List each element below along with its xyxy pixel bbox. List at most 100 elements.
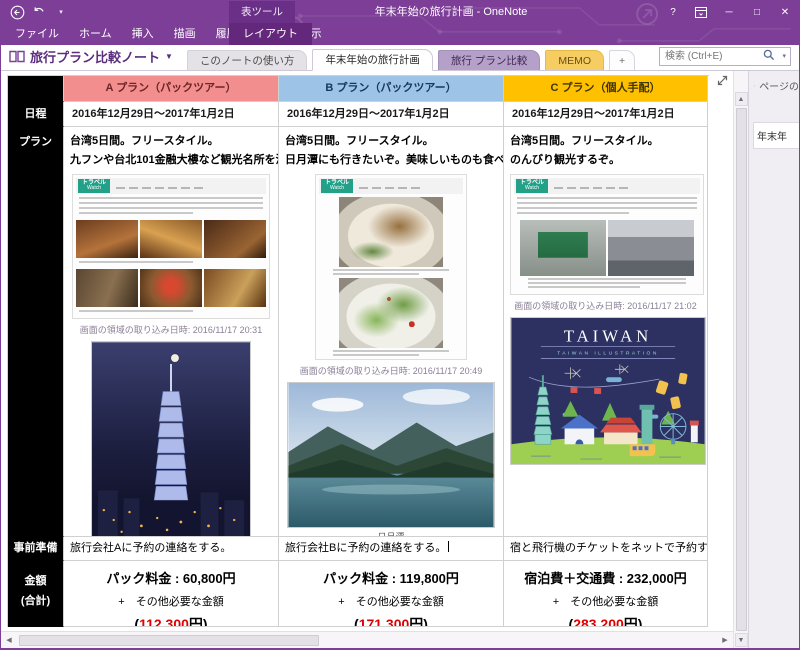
- notebook-switcher[interactable]: 旅行プラン比較ノート ▼: [9, 47, 173, 70]
- capture-timestamp-b: 画面の領域の取り込み日時: 2016/11/17 20:49: [285, 364, 497, 377]
- full-page-view-button[interactable]: [714, 74, 730, 90]
- plan-c-text-2: のんびり観光するぞ。: [510, 151, 701, 170]
- maximize-button[interactable]: □: [743, 1, 771, 23]
- plan-c-text-1: 台湾5日間。フリースタイル。: [510, 132, 701, 151]
- placeholder-text-lines: [514, 197, 700, 217]
- ribbon-display-options-icon[interactable]: [687, 1, 715, 23]
- placeholder-nav-links: [114, 180, 205, 192]
- scroll-down-icon[interactable]: ▼: [735, 633, 748, 647]
- market-photo-thumbnail: [76, 220, 138, 258]
- schedule-b[interactable]: 2016年12月29日～2017年1月2日: [279, 102, 504, 127]
- row-label-plan[interactable]: プラン: [8, 127, 64, 537]
- web-clipping-jiufen[interactable]: トラベルWatch: [72, 174, 270, 319]
- add-page-label: ページの: [759, 78, 799, 93]
- customize-qat-icon[interactable]: ▾: [53, 4, 69, 20]
- row-label-amount[interactable]: 金額 (合計): [8, 561, 64, 627]
- web-clipping-food[interactable]: トラベルWatch: [315, 174, 467, 360]
- page-canvas[interactable]: A プラン（パックツアー） B プラン（パックツアー） C プラン（個人手配） …: [1, 71, 733, 631]
- schedule-c[interactable]: 2016年12月29日～2017年1月2日: [504, 102, 708, 127]
- plan-c-header[interactable]: C プラン（個人手配）: [504, 76, 708, 102]
- taiwan-illustration[interactable]: TAIWAN TAIWAN ILLUSTRATION: [510, 317, 706, 465]
- page-tab-current[interactable]: 年末年: [753, 122, 799, 149]
- vertical-scrollbar[interactable]: ▲ ▼: [733, 71, 748, 648]
- search-box: ▾: [659, 46, 791, 66]
- onenote-window: ▾ 表ツール 年末年始の旅行計画 - OneNote ? ─ □ ✕ ファイル …: [0, 0, 800, 650]
- price-a-total: (112,300円): [64, 614, 278, 627]
- tab-layout[interactable]: レイアウト: [229, 23, 312, 45]
- price-c-base: 宿泊費＋交通費 : 232,000円: [504, 568, 707, 587]
- price-cell-b[interactable]: パック料金 : 119,800円 + その他必要な金額 (171,300円): [279, 561, 504, 627]
- market-photo-thumbnail: [204, 269, 266, 307]
- preparation-a[interactable]: 旅行会社Aに予約の連絡をする。: [64, 537, 279, 561]
- travel-watch-logo: トラベルWatch: [516, 179, 548, 193]
- market-photo-thumbnail: [140, 269, 202, 307]
- undo-icon[interactable]: [31, 4, 47, 20]
- tab-file[interactable]: ファイル: [5, 23, 69, 45]
- horizontal-scrollbar[interactable]: ◀ ▶: [1, 631, 733, 648]
- plan-b-text-1: 台湾5日間。フリースタイル。: [285, 132, 497, 151]
- market-photo-thumbnail: [204, 220, 266, 258]
- close-button[interactable]: ✕: [771, 1, 799, 23]
- row-label-schedule[interactable]: 日程: [8, 102, 64, 127]
- taipei101-photo[interactable]: [91, 341, 251, 537]
- section-tab-plan-compare[interactable]: 旅行 プラン比較: [438, 50, 540, 70]
- window-chrome: ▾ 表ツール 年末年始の旅行計画 - OneNote ? ─ □ ✕ ファイル …: [1, 1, 799, 45]
- photo-caption-b: 日月潭: [285, 530, 497, 537]
- plan-cell-c[interactable]: 台湾5日間。フリースタイル。 のんびり観光するぞ。 トラベルWatch: [504, 127, 708, 537]
- expand-diagonal-icon: [716, 74, 729, 87]
- add-page-button[interactable]: ページの: [749, 71, 799, 100]
- tab-draw[interactable]: 描画: [164, 23, 206, 45]
- placeholder-caption-line: [76, 261, 266, 266]
- section-tab-memo[interactable]: MEMO: [545, 50, 604, 70]
- ribbon-tab-bar: ファイル ホーム 挿入 描画 履歴 校閲 表示 レイアウト: [1, 23, 799, 45]
- comparison-table: A プラン（パックツアー） B プラン（パックツアー） C プラン（個人手配） …: [7, 75, 709, 627]
- horizontal-scroll-thumb[interactable]: [19, 635, 319, 646]
- food-photo-vegetables: [339, 278, 443, 348]
- table-tools-group-label: 表ツール: [229, 1, 295, 23]
- table-corner-cell[interactable]: [8, 76, 64, 102]
- plan-a-text-1: 台湾5日間。フリースタイル。: [70, 132, 272, 151]
- placeholder-caption-line: [319, 350, 463, 356]
- tab-insert[interactable]: 挿入: [122, 23, 164, 45]
- scroll-right-icon[interactable]: ▶: [717, 636, 733, 644]
- search-scope-chevron-icon[interactable]: ▾: [782, 52, 786, 60]
- web-clipping-station[interactable]: トラベルWatch: [510, 174, 704, 295]
- section-tab-newyear-trip[interactable]: 年末年始の旅行計画: [312, 49, 433, 71]
- vertical-scroll-thumb[interactable]: [736, 108, 747, 631]
- price-cell-a[interactable]: パック料金 : 60,800円 + その他必要な金額 (112,300円): [64, 561, 279, 627]
- row-label-preparation[interactable]: 事前準備: [8, 537, 64, 561]
- lake-photo[interactable]: [287, 382, 495, 528]
- tab-home[interactable]: ホーム: [69, 23, 122, 45]
- price-c-extra: + その他必要な金額: [504, 593, 707, 609]
- window-title: 年末年始の旅行計画 - OneNote: [375, 1, 528, 23]
- preparation-c[interactable]: 宿と飛行機のチケットをネットで予約する。: [504, 537, 708, 561]
- market-photo-thumbnail: [76, 269, 138, 307]
- section-tab-guide[interactable]: このノートの使い方: [187, 50, 308, 70]
- notebook-name: 旅行プラン比較ノート: [30, 47, 160, 66]
- section-tabs: このノートの使い方 年末年始の旅行計画 旅行 プラン比較 MEMO +: [187, 49, 635, 70]
- schedule-a[interactable]: 2016年12月29日～2017年1月2日: [64, 102, 279, 127]
- back-icon[interactable]: [9, 4, 25, 20]
- price-b-base: パック料金 : 119,800円: [279, 568, 503, 587]
- plan-a-header[interactable]: A プラン（パックツアー）: [64, 76, 279, 102]
- price-cell-c[interactable]: 宿泊費＋交通費 : 232,000円 + その他必要な金額 (283,200円): [504, 561, 708, 627]
- help-button[interactable]: ?: [659, 1, 687, 23]
- plan-cell-a[interactable]: 台湾5日間。フリースタイル。 九フンや台北101金融大樓など観光名所を満喫するぞ…: [64, 127, 279, 537]
- price-c-total: (283,200円): [504, 614, 707, 627]
- circle-plus-icon: [754, 80, 755, 92]
- minimize-button[interactable]: ─: [715, 1, 743, 23]
- price-b-total: (171,300円): [279, 614, 503, 627]
- preparation-b[interactable]: 旅行会社Bに予約の連絡をする。: [279, 537, 504, 561]
- search-icon[interactable]: [763, 49, 775, 61]
- chevron-down-icon: ▼: [165, 52, 173, 61]
- plan-a-text-2: 九フンや台北101金融大樓など観光名所を満喫するぞ。: [70, 151, 272, 170]
- travel-watch-logo: トラベルWatch: [78, 179, 110, 193]
- scroll-up-icon[interactable]: ▲: [735, 92, 748, 106]
- page-panel: ページの 年末年: [748, 71, 799, 648]
- food-photo-beef-noodles: [339, 197, 443, 267]
- add-section-button[interactable]: +: [609, 50, 635, 70]
- illustration-subtitle: TAIWAN ILLUSTRATION: [557, 350, 659, 356]
- plan-b-header[interactable]: B プラン（パックツアー）: [279, 76, 504, 102]
- scroll-left-icon[interactable]: ◀: [1, 636, 17, 644]
- plan-cell-b[interactable]: 台湾5日間。フリースタイル。 日月潭にも行きたいぞ。美味しいものも食べたいぞ。 …: [279, 127, 504, 537]
